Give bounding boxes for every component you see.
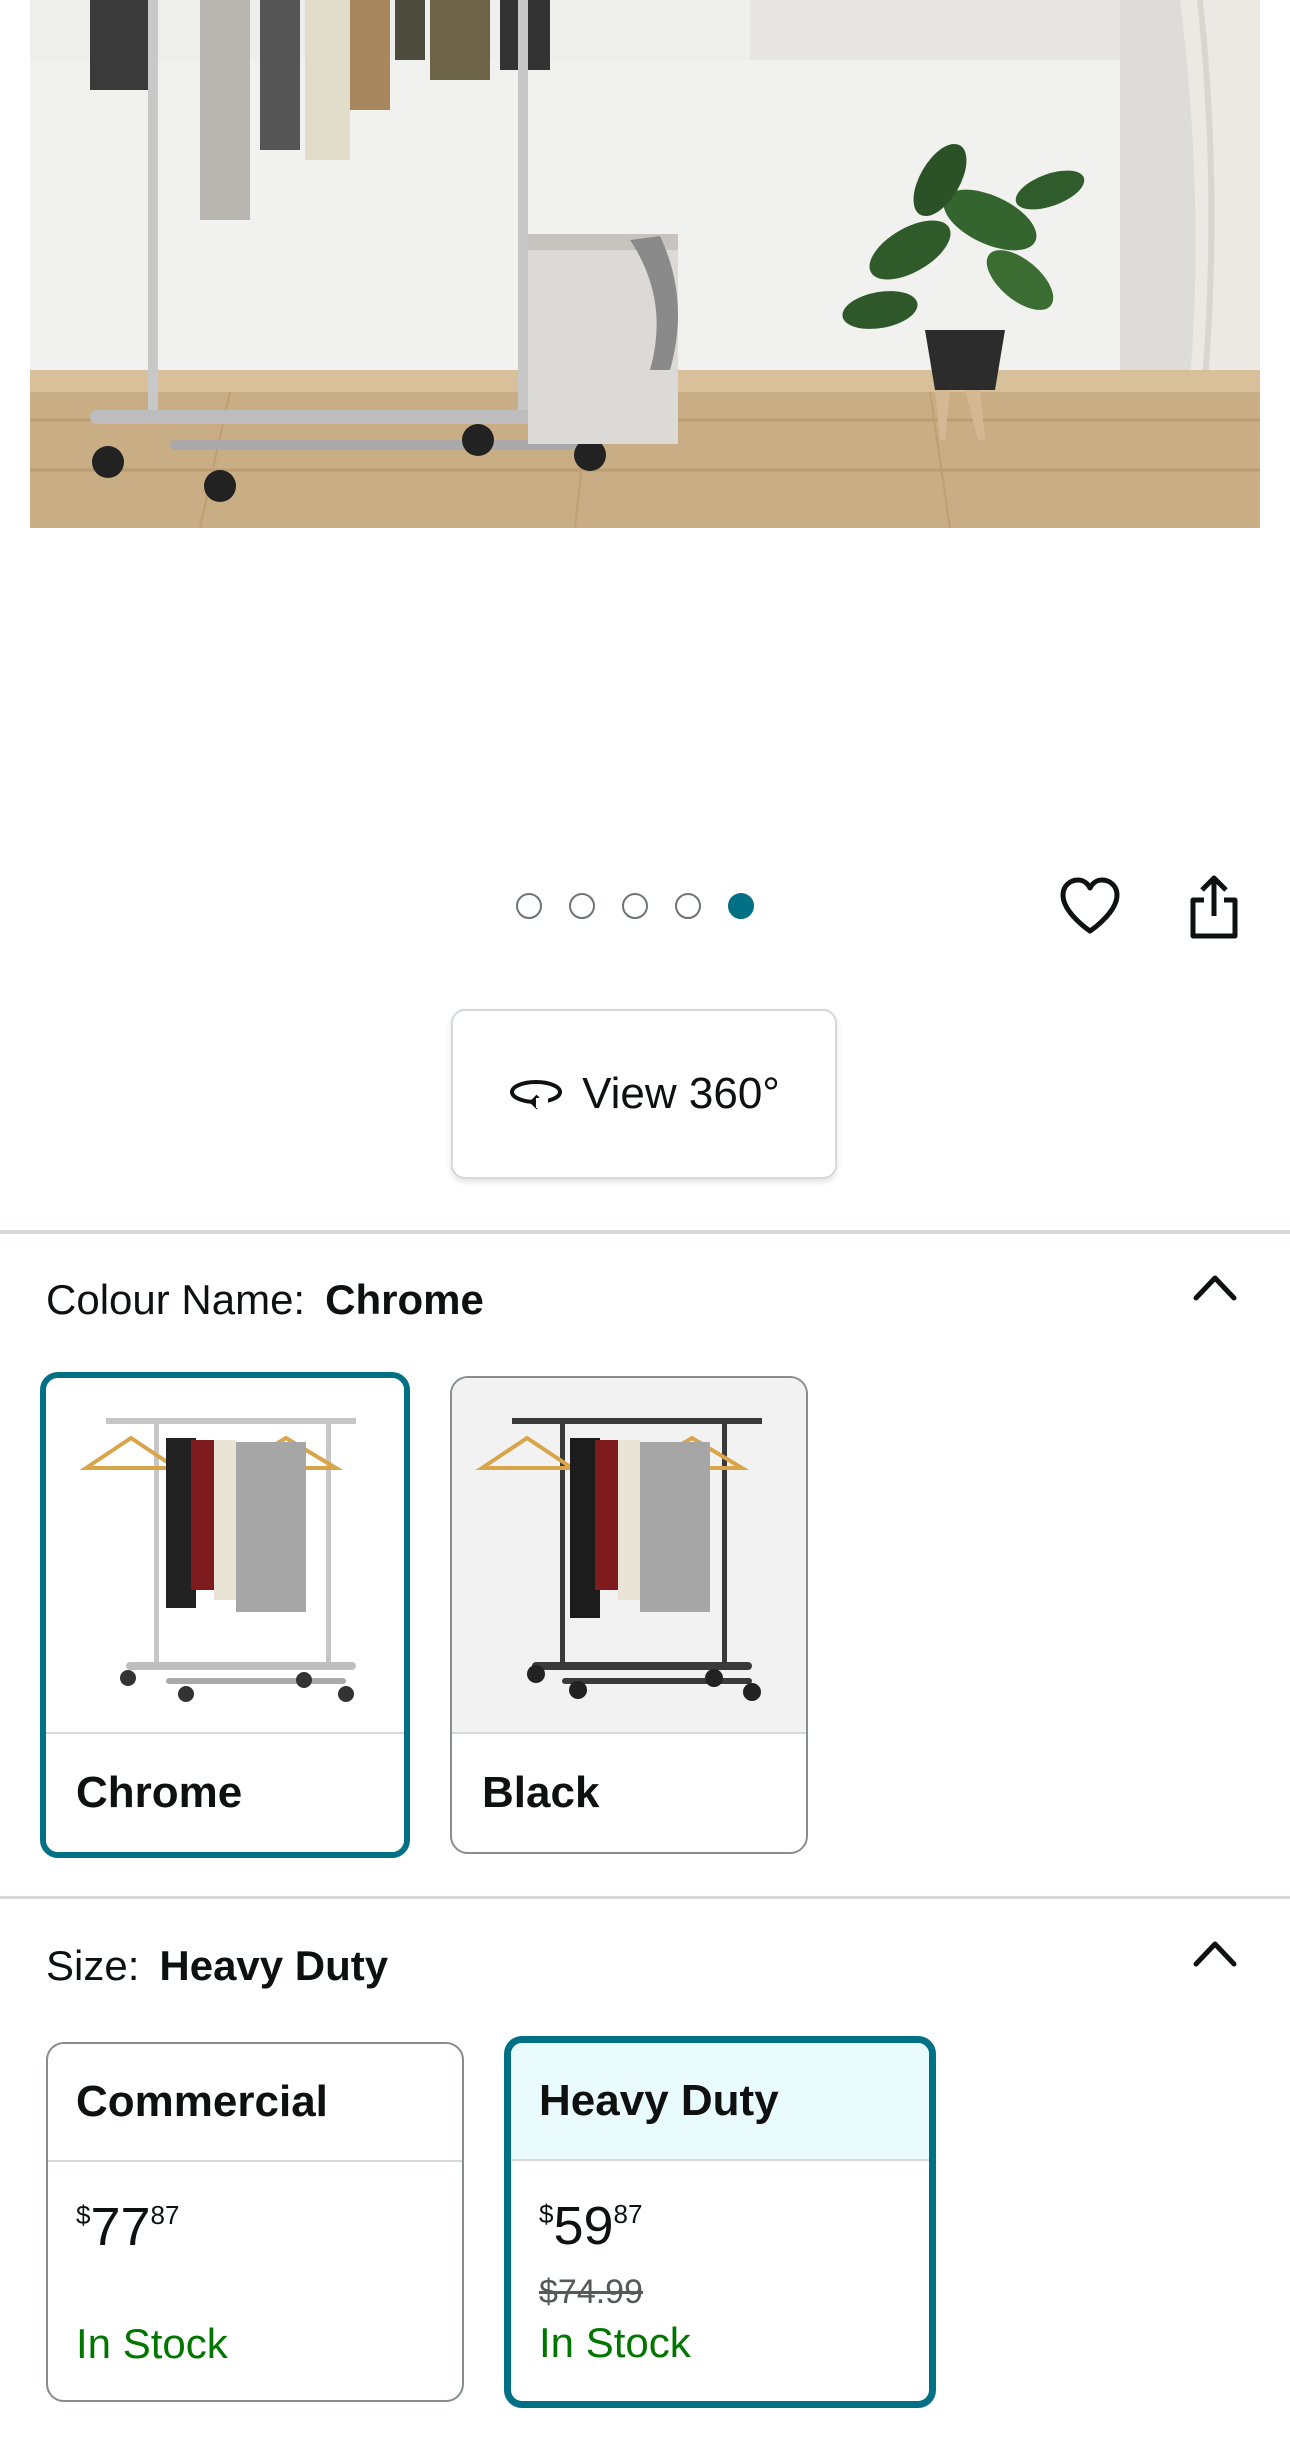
size-label: Size: [46,1942,140,1989]
size-option-name: Commercial [48,2044,462,2162]
colour-option-chrome[interactable]: Chrome [40,1372,410,1858]
wishlist-button[interactable] [1058,874,1122,938]
section-divider [0,1896,1290,1899]
colour-selected-value: Chrome [325,1276,484,1323]
colour-option-label: Black [452,1732,806,1852]
carousel-dot[interactable] [516,893,542,919]
size-heading: Size: Heavy Duty [46,1942,388,1990]
size-option-heavy-duty[interactable]: Heavy Duty $5987 $74.99 In Stock [504,2036,936,2408]
price-currency: $ [76,2200,91,2230]
stock-status: In Stock [76,2320,228,2367]
chevron-up-icon [1193,1275,1237,1301]
chevron-up-icon [1193,1941,1237,1967]
share-button[interactable] [1182,872,1246,942]
stock-status: In Stock [539,2319,691,2366]
size-option-commercial[interactable]: Commercial $7787 In Stock [46,2042,464,2402]
carousel-dots [516,893,754,923]
size-option-name: Heavy Duty [511,2043,929,2161]
price-whole: 77 [90,2197,151,2257]
carousel-dot[interactable] [569,893,595,919]
carousel-dot[interactable] [622,893,648,919]
price-currency: $ [539,2199,554,2229]
colour-label: Colour Name: [46,1276,306,1323]
carousel-dot[interactable] [675,893,701,919]
was-price: $74.99 [539,2273,643,2311]
colour-thumbnail [452,1378,806,1738]
size-collapse-button[interactable] [1192,1938,1238,1973]
product-image[interactable] [30,0,1260,528]
colour-name-heading: Colour Name: Chrome [46,1276,484,1324]
size-selected-value: Heavy Duty [159,1942,389,1989]
size-option-price: $7787 [76,2196,179,2258]
price-whole: 59 [553,2196,614,2256]
view-360-label: View 360° [582,1069,780,1118]
colour-thumbnail [46,1378,404,1738]
view-360-button[interactable]: View 360° [451,1009,837,1179]
size-option-price: $5987 [539,2195,642,2257]
price-fraction: 87 [613,2199,643,2229]
heart-outline-icon [1060,877,1120,934]
colour-collapse-button[interactable] [1192,1272,1238,1307]
section-divider [0,1230,1290,1234]
carousel-dot-active[interactable] [728,893,754,919]
share-icon [1190,875,1238,939]
price-fraction: 87 [150,2200,180,2230]
rotate-360-icon [510,1080,563,1110]
colour-option-label: Chrome [46,1732,404,1852]
colour-option-black[interactable]: Black [450,1376,808,1854]
